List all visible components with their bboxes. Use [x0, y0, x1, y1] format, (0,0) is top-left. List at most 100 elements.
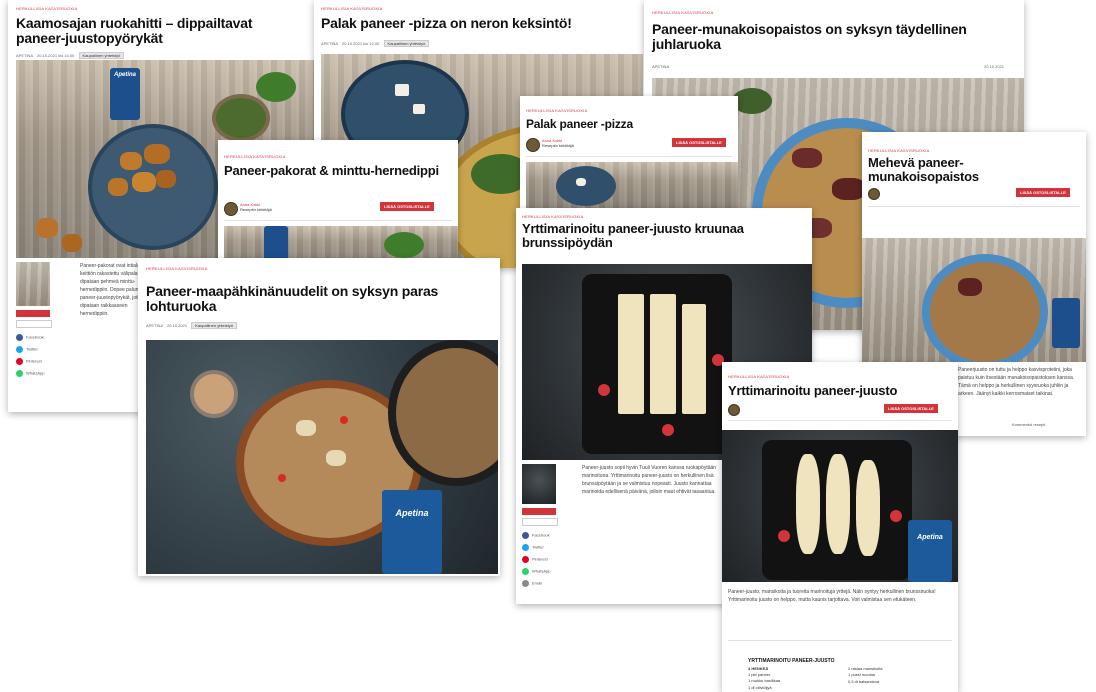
meta-date: 20.10.2021 — [984, 64, 1005, 69]
recipe-image — [862, 238, 1086, 362]
apetina-package — [1052, 298, 1080, 348]
recipe-kicker: HERKULLISIA KASVISRUOKIA — [728, 374, 790, 379]
sidebar-shoplist-button[interactable] — [522, 518, 558, 526]
paneer-slice — [618, 294, 644, 414]
article-kicker: HERKULLISIA KASVISRUOKIA — [321, 6, 383, 11]
comment-link[interactable]: Kommentoi resepti — [1012, 422, 1045, 427]
share-twitter[interactable]: Twitter — [522, 544, 544, 551]
recipe-card-pakorat[interactable]: HERKULLISIA KASVISRUOKIA Paneer-pakorat … — [218, 140, 458, 264]
eggplant — [792, 148, 822, 168]
recipe-kicker: HERKULLISIA KASVISRUOKIA — [224, 154, 286, 159]
recipe-image: Apetina — [722, 430, 958, 582]
paneer-slice — [650, 294, 676, 414]
pakora — [36, 218, 58, 238]
author-avatar — [526, 138, 540, 152]
recipe-card-palak[interactable]: HERKULLISIA KASVISRUOKIA Palak paneer -p… — [520, 96, 738, 208]
article-title: Paneer-maapähkinänuudelit on syksyn para… — [146, 283, 439, 314]
add-to-shopping-list-button[interactable]: LISÄÄ OSTOSLISTALLE — [884, 404, 938, 413]
paneer-slice — [796, 454, 820, 554]
add-to-shopping-list-button[interactable]: LISÄÄ OSTOSLISTALLE — [672, 138, 726, 147]
eggplant — [832, 178, 866, 200]
share-whatsapp[interactable]: WhatsApp — [522, 568, 550, 575]
feta — [395, 84, 409, 96]
meta-tag[interactable]: Kaupallinen yhteistyö — [383, 40, 430, 47]
ingredient-list-right: 2 rasiaa mansikoita 1 pussi rucolaa 0,5 … — [848, 666, 882, 685]
ingredient-item: 1 dl oliiviöljyä — [748, 684, 772, 690]
author-role: Reseptin kehittäjä — [240, 207, 272, 213]
bay-leaves — [732, 88, 772, 114]
recipe-kicker: HERKULLISIA KASVISRUOKIA — [868, 148, 930, 153]
whatsapp-icon — [16, 370, 23, 377]
divider — [224, 220, 452, 221]
feta — [413, 104, 425, 114]
meta-author: APETINA — [652, 64, 670, 69]
pakora — [144, 144, 170, 164]
sidebar-thumb — [522, 464, 556, 504]
share-facebook[interactable]: Facebook — [522, 532, 550, 539]
share-twitter[interactable]: Twitter — [16, 346, 38, 353]
article-meta: APETINA 20.10.2021 klo 10.00 Kaupallinen… — [16, 52, 125, 59]
paneer — [296, 420, 316, 436]
meta-tag[interactable]: Kaupallinen yhteistyö — [191, 322, 237, 329]
plate — [556, 166, 616, 206]
strawberry — [890, 510, 902, 522]
article-title: Paneer-munakoisopaistos on syksyn täydel… — [652, 21, 967, 52]
article-title: Yrttimarinoitu paneer-juusto kruunaa bru… — [522, 221, 744, 250]
pinterest-icon — [522, 556, 529, 563]
paneer-slice — [856, 460, 880, 556]
add-to-shopping-list-button[interactable]: LISÄÄ OSTOSLISTALLE — [380, 202, 434, 211]
strawberry — [662, 424, 674, 436]
ingredient-item: 0,5 dl balsamicoa — [848, 678, 880, 684]
recipe-kicker: HERKULLISIA KASVISRUOKIA — [526, 108, 588, 113]
paneer-slice — [682, 304, 706, 414]
facebook-icon — [16, 334, 23, 341]
recipe-title: Yrttimarinoitu paneer-juusto — [728, 383, 898, 398]
share-pinterest[interactable]: Pinterest — [522, 556, 548, 563]
herb — [384, 232, 424, 258]
sidebar-print-button[interactable] — [522, 508, 556, 515]
share-email[interactable]: Email — [522, 580, 542, 587]
meta-tag[interactable]: Kaupallinen yhteistyö — [78, 52, 125, 59]
twitter-icon — [522, 544, 529, 551]
recipe-body: Paneer-juusto, mansikoita ja tuoreita ma… — [728, 589, 936, 603]
feta — [576, 178, 586, 186]
sidebar-shoplist-button[interactable] — [16, 320, 52, 328]
sidebar-thumb — [16, 262, 50, 306]
pakora — [62, 234, 82, 252]
divider — [868, 206, 1080, 207]
recipe-card-yrtti[interactable]: HERKULLISIA KASVISRUOKIA Yrttimarinoitu … — [722, 362, 958, 692]
add-to-shopping-list-button[interactable]: LISÄÄ OSTOSLISTALLE — [1016, 188, 1070, 197]
recipe-title: Palak paneer -pizza — [526, 117, 633, 131]
paneer-slice — [826, 454, 850, 554]
pakora — [132, 172, 156, 192]
casserole — [922, 254, 1048, 362]
meta-author: APETINA — [321, 41, 338, 46]
eggplant — [958, 278, 982, 296]
article-kicker: HERKULLISIA KASVISRUOKIA — [522, 214, 584, 219]
author-avatar — [728, 404, 740, 416]
article-card-maapahkina[interactable]: HERKULLISIA KASVISRUOKIA Paneer-maapähki… — [138, 258, 500, 576]
share-pinterest[interactable]: Pinterest — [16, 358, 42, 365]
chili — [340, 416, 348, 424]
article-title: Kaamosajan ruokahitti – dippailtavat pan… — [16, 15, 253, 46]
meta-date: 20.10.2021 klo 10.00 — [37, 53, 75, 58]
strawberry — [598, 384, 610, 396]
article-kicker: HERKULLISIA KASVISRUOKIA — [652, 10, 714, 15]
recipe-title: Paneer-pakorat & minttu-hernedippi — [224, 163, 439, 178]
article-meta: APETINA 20.10.2021 klo 10.00 Kaupallinen… — [321, 40, 430, 47]
divider — [526, 156, 732, 157]
recipe-body: Paneerjuusto on tuttu ja helppo kasvispr… — [958, 367, 1075, 397]
article-image: Apetina — [146, 340, 498, 574]
apetina-package: Apetina — [382, 490, 442, 574]
author-avatar — [868, 188, 880, 200]
pakora — [120, 152, 142, 170]
share-whatsapp[interactable]: WhatsApp — [16, 370, 44, 377]
dip-bowl — [212, 94, 270, 142]
share-facebook[interactable]: Facebook — [16, 334, 44, 341]
meta-date: 20.10.2021 klo 10.00 — [342, 41, 380, 46]
sidebar-print-button[interactable] — [16, 310, 50, 317]
article-kicker: HERKULLISIA KASVISRUOKIA — [146, 266, 208, 271]
pinterest-icon — [16, 358, 23, 365]
meta-author: APETINA — [146, 323, 163, 328]
recipe-image — [526, 162, 738, 208]
